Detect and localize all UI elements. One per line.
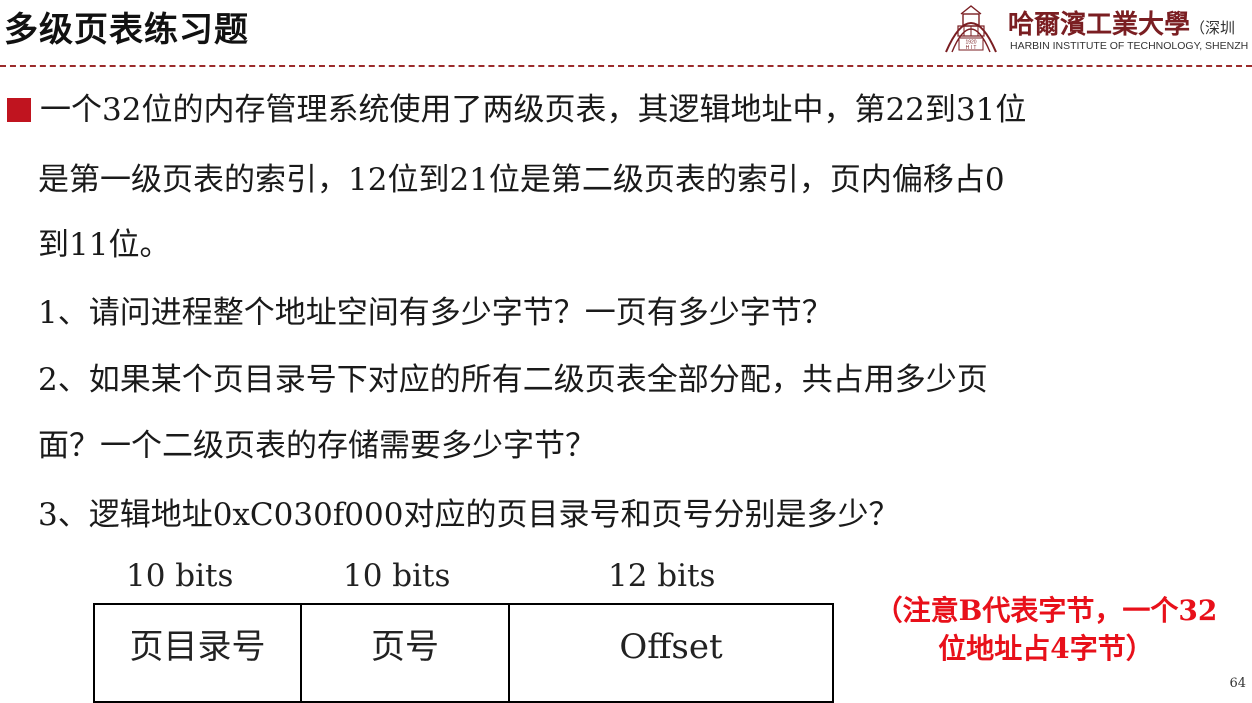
bits-label-offset: 12 bits xyxy=(608,558,716,594)
question-2-line-2: 面？一个二级页表的存储需要多少字节？ xyxy=(38,428,596,464)
bullet-square-icon xyxy=(7,98,31,122)
slide-title: 多级页表练习题 xyxy=(4,10,249,50)
page-number: 64 xyxy=(1229,676,1246,691)
problem-statement-line-3: 到11位。 xyxy=(38,227,171,263)
byte-note-line-1: （注意B代表字节，一个32 xyxy=(874,594,1218,627)
field-page-directory-number: 页目录号 xyxy=(95,605,302,701)
question-1: 1、请问进程整个地址空间有多少字节？一页有多少字节？ xyxy=(38,295,833,331)
header-divider xyxy=(0,65,1252,67)
university-emblem-icon: 1920 H I T xyxy=(945,5,997,53)
field-page-number: 页号 xyxy=(302,605,510,701)
logo-name-cn-suffix: （深圳 xyxy=(1190,19,1236,37)
question-2-line-1: 2、如果某个页目录号下对应的所有二级页表全部分配，共占用多少页 xyxy=(38,362,988,398)
logo-name-cn-main: 哈爾濱工業大學 xyxy=(1008,10,1191,40)
byte-note-line-2: 位地址占4字节） xyxy=(938,632,1154,665)
logo-name-cn: 哈爾濱工業大學（深圳 xyxy=(1008,4,1235,41)
problem-statement-line-2: 是第一级页表的索引，12位到21位是第二级页表的索引，页内偏移占0 xyxy=(38,162,1005,198)
problem-statement-line-1: 一个32位的内存管理系统使用了两级页表，其逻辑地址中，第22到31位 xyxy=(40,92,1027,128)
university-logo: 1920 H I T 哈爾濱工業大學（深圳 HARBIN INSTITUTE O… xyxy=(942,0,1252,56)
logo-name-en: HARBIN INSTITUTE OF TECHNOLOGY, SHENZH xyxy=(1010,40,1249,52)
bits-label-page-number: 10 bits xyxy=(343,558,451,594)
byte-note: （注意B代表字节，一个32 位地址占4字节） xyxy=(858,592,1234,668)
logical-address-format-table: 页目录号 页号 Offset xyxy=(93,603,834,703)
question-3: 3、逻辑地址0xC030f000对应的页目录号和页号分别是多少？ xyxy=(38,497,900,533)
svg-text:H I T: H I T xyxy=(966,45,977,51)
field-offset: Offset xyxy=(619,627,723,667)
bits-label-page-directory: 10 bits xyxy=(126,558,234,594)
